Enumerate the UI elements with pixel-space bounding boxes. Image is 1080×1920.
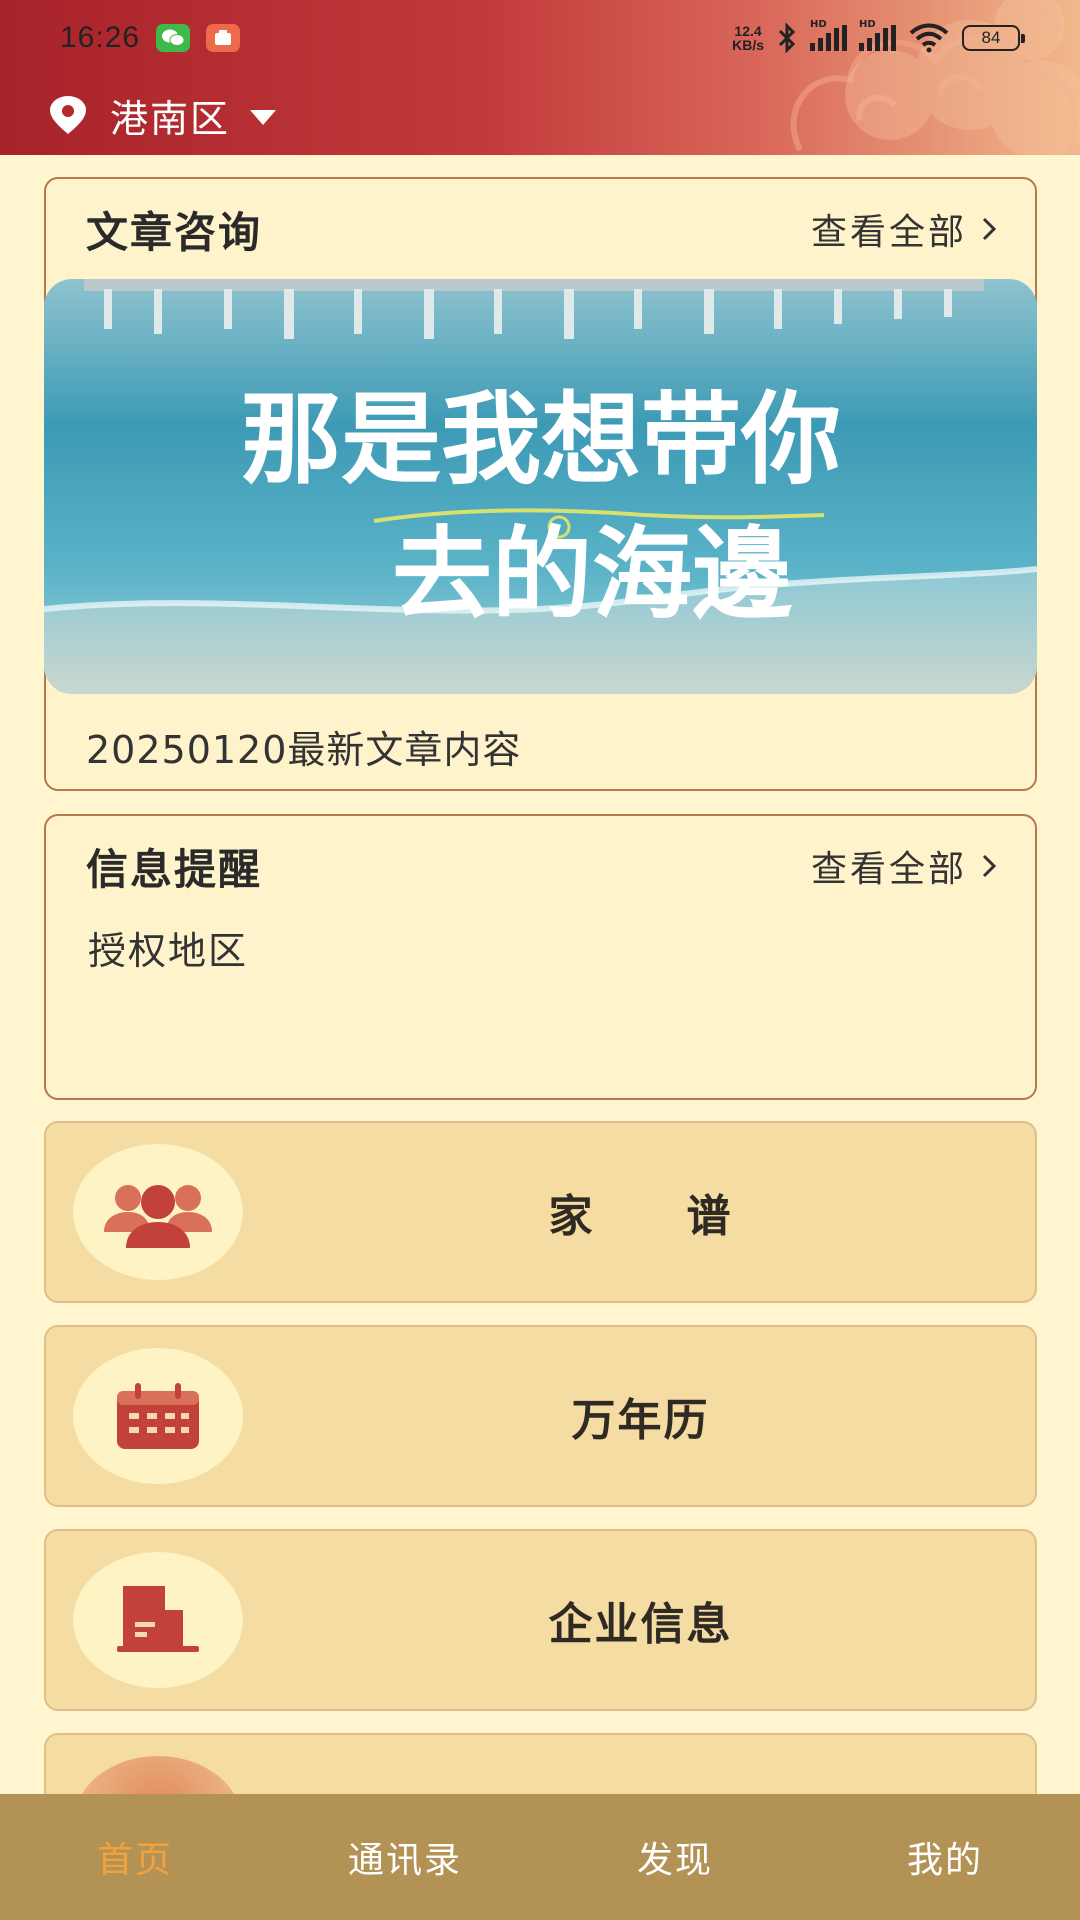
chevron-right-icon	[982, 217, 997, 241]
article-caption[interactable]: 20250120最新文章内容	[86, 719, 521, 774]
family-group-icon	[104, 1185, 212, 1248]
info-reminder-card: 信息提醒 查看全部 授权地区	[44, 814, 1037, 1100]
article-view-all-link[interactable]: 查看全部	[811, 203, 999, 255]
calendar-icon	[117, 1383, 199, 1449]
info-item[interactable]: 授权地区	[46, 920, 1035, 975]
feature-label: 万年历	[571, 1395, 710, 1446]
wifi-icon	[909, 23, 949, 52]
location-pin-icon	[50, 95, 86, 134]
status-indicators: 12.4 KB/s HD HD 84	[732, 19, 1025, 53]
banner-text-line2: 去的海邊	[392, 515, 793, 633]
info-card-title: 信息提醒	[86, 844, 263, 894]
info-view-all-label: 查看全部	[810, 849, 967, 890]
wechat-notification-icon	[156, 23, 191, 52]
signal-sim1-icon: HD	[810, 19, 847, 51]
bluetooth-icon	[778, 22, 796, 53]
feature-icon-circle	[73, 1144, 243, 1280]
building-icon	[117, 1586, 199, 1652]
sim2-hd-label: HD	[859, 18, 876, 30]
article-view-all-label: 查看全部	[810, 212, 967, 253]
app-header: 16:26 12.4 KB/s HD HD 84 港南区	[0, 0, 1080, 155]
sim1-hd-label: HD	[810, 18, 827, 30]
article-card-title: 文章咨询	[86, 207, 263, 257]
location-label: 港南区	[110, 97, 231, 141]
feature-icon-circle	[73, 1348, 243, 1484]
nav-mine[interactable]: 我的	[810, 1831, 1080, 1883]
network-speed: 12.4 KB/s	[732, 24, 764, 52]
info-card-header: 信息提醒 查看全部	[46, 816, 1035, 916]
signal-sim2-icon: HD	[859, 19, 896, 51]
feature-label: 家 谱	[548, 1191, 733, 1242]
article-card-header: 文章咨询 查看全部	[46, 179, 1035, 279]
status-bar: 16:26 12.4 KB/s HD HD 84	[0, 0, 1080, 75]
feature-calendar[interactable]: 万年历	[44, 1325, 1037, 1507]
chevron-right-icon	[982, 854, 997, 878]
battery-indicator: 84	[962, 24, 1025, 51]
info-view-all-link[interactable]: 查看全部	[811, 840, 999, 892]
app-notification-icon	[206, 23, 241, 52]
network-speed-unit: KB/s	[732, 36, 764, 53]
article-banner-image[interactable]: 那是我想带你 去的海邊	[44, 279, 1037, 694]
nav-discover[interactable]: 发现	[540, 1831, 810, 1883]
bottom-navigation: 首页 通讯录 发现 我的	[0, 1794, 1080, 1920]
nav-contacts[interactable]: 通讯录	[270, 1831, 540, 1883]
feature-icon-circle	[73, 1552, 243, 1688]
feature-family-tree[interactable]: 家 谱	[44, 1121, 1037, 1303]
banner-text-line1: 那是我想带你	[241, 380, 841, 498]
status-time: 16:26	[60, 20, 141, 54]
feature-enterprise-info[interactable]: 企业信息	[44, 1529, 1037, 1711]
feature-label: 企业信息	[548, 1599, 733, 1650]
nav-home[interactable]: 首页	[0, 1831, 270, 1883]
article-card: 文章咨询 查看全部 那是我想带你 去的海邊 20250120最新文章内容	[44, 177, 1037, 791]
chevron-down-icon	[250, 110, 277, 125]
location-selector[interactable]: 港南区	[46, 88, 277, 143]
network-speed-value: 12.4	[734, 22, 762, 39]
